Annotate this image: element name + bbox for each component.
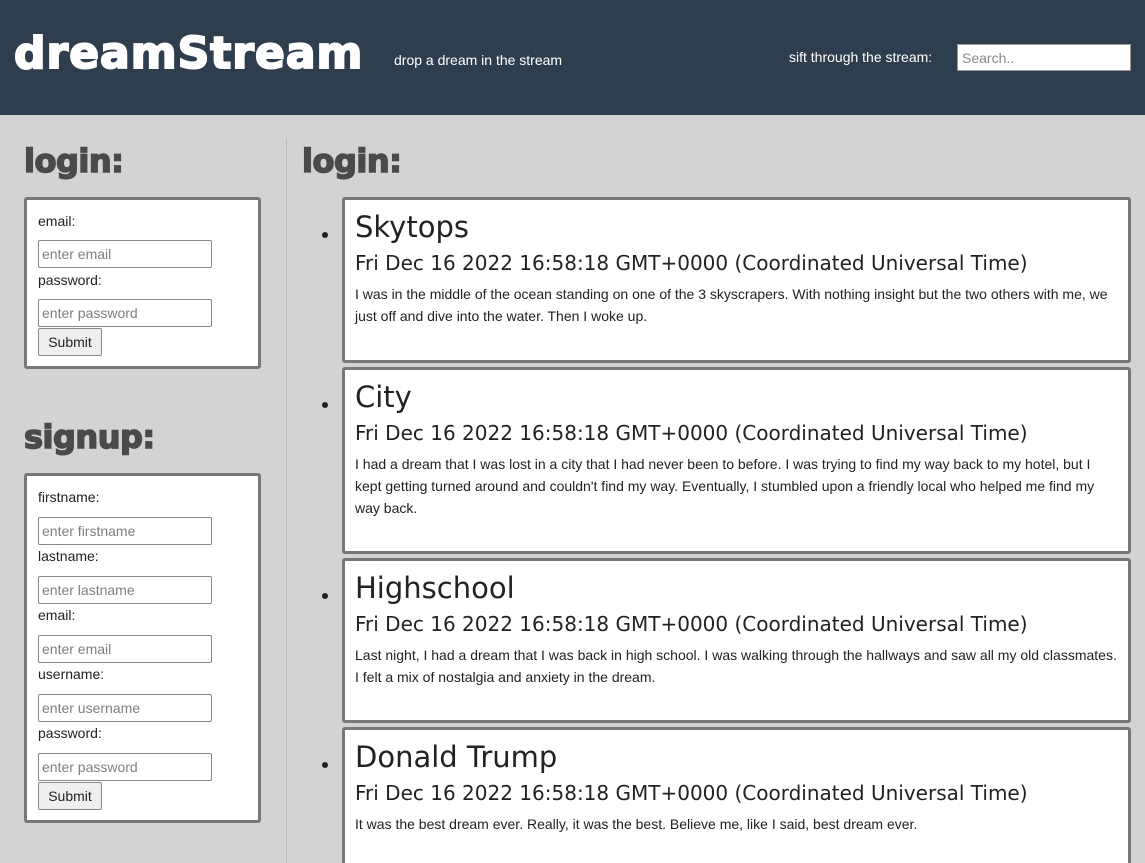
dream-title: Donald Trump bbox=[355, 740, 558, 774]
bullet-icon bbox=[322, 593, 328, 599]
dream-date: Fri Dec 16 2022 16:58:18 GMT+0000 (Coord… bbox=[355, 251, 1028, 275]
list-item: Highschool Fri Dec 16 2022 16:58:18 GMT+… bbox=[322, 558, 1131, 723]
dream-body: I was in the middle of the ocean standin… bbox=[355, 286, 1108, 324]
signup-lastname-field[interactable] bbox=[38, 576, 212, 604]
tagline: drop a dream in the stream bbox=[394, 52, 563, 68]
dream-date: Fri Dec 16 2022 16:58:18 GMT+0000 (Coord… bbox=[355, 421, 1028, 445]
dream-title: Skytops bbox=[355, 210, 469, 244]
dream-title: Highschool bbox=[355, 571, 515, 605]
login-form: email: password: Submit bbox=[24, 197, 261, 369]
top-header: dreamStream drop a dream in the stream s… bbox=[0, 0, 1145, 115]
list-item: Donald Trump Fri Dec 16 2022 16:58:18 GM… bbox=[322, 727, 1131, 863]
list-item: Skytops Fri Dec 16 2022 16:58:18 GMT+000… bbox=[322, 197, 1131, 363]
login-heading: login: bbox=[23, 141, 124, 181]
search-label: sift through the stream: bbox=[789, 49, 933, 65]
login-email-field[interactable] bbox=[38, 240, 212, 268]
dream-date: Fri Dec 16 2022 16:58:18 GMT+0000 (Coord… bbox=[355, 781, 1028, 805]
signup-firstname-label: firstname: bbox=[38, 489, 100, 505]
signup-username-label: username: bbox=[38, 666, 105, 682]
bullet-icon bbox=[322, 402, 328, 408]
login-password-label: password: bbox=[38, 272, 102, 288]
dream-body: I had a dream that I was lost in a city … bbox=[355, 456, 1095, 516]
signup-heading: signup: bbox=[23, 417, 156, 457]
sidebar-divider bbox=[286, 138, 287, 863]
signup-email-field[interactable] bbox=[38, 635, 212, 663]
dream-title: City bbox=[355, 380, 412, 414]
signup-firstname-field[interactable] bbox=[38, 517, 212, 545]
feed-heading: login: bbox=[301, 141, 402, 181]
signup-lastname-label: lastname: bbox=[38, 548, 99, 564]
dream-card[interactable]: Skytops Fri Dec 16 2022 16:58:18 GMT+000… bbox=[342, 197, 1131, 363]
login-submit-button[interactable]: Submit bbox=[38, 328, 102, 356]
signup-password-field[interactable] bbox=[38, 753, 212, 781]
signup-username-field[interactable] bbox=[38, 694, 212, 722]
dream-date: Fri Dec 16 2022 16:58:18 GMT+0000 (Coord… bbox=[355, 612, 1028, 636]
signup-email-label: email: bbox=[38, 607, 76, 623]
dream-card[interactable]: Donald Trump Fri Dec 16 2022 16:58:18 GM… bbox=[342, 727, 1131, 863]
bullet-icon bbox=[322, 232, 328, 238]
site-logo[interactable]: dreamStream bbox=[13, 26, 363, 82]
dream-body: It was the best dream ever. Really, it w… bbox=[355, 816, 918, 832]
dream-card[interactable]: City Fri Dec 16 2022 16:58:18 GMT+0000 (… bbox=[342, 367, 1131, 554]
dream-card[interactable]: Highschool Fri Dec 16 2022 16:58:18 GMT+… bbox=[342, 558, 1131, 723]
login-email-label: email: bbox=[38, 213, 76, 229]
list-item: City Fri Dec 16 2022 16:58:18 GMT+0000 (… bbox=[322, 367, 1131, 554]
bullet-icon bbox=[322, 762, 328, 768]
signup-password-label: password: bbox=[38, 725, 102, 741]
login-password-field[interactable] bbox=[38, 299, 212, 327]
dream-list: Skytops Fri Dec 16 2022 16:58:18 GMT+000… bbox=[322, 197, 1131, 863]
dream-body: Last night, I had a dream that I was bac… bbox=[355, 647, 1117, 685]
signup-form: firstname: lastname: email: username: pa… bbox=[24, 473, 261, 823]
signup-submit-button[interactable]: Submit bbox=[38, 782, 102, 810]
search-input[interactable] bbox=[957, 44, 1131, 71]
